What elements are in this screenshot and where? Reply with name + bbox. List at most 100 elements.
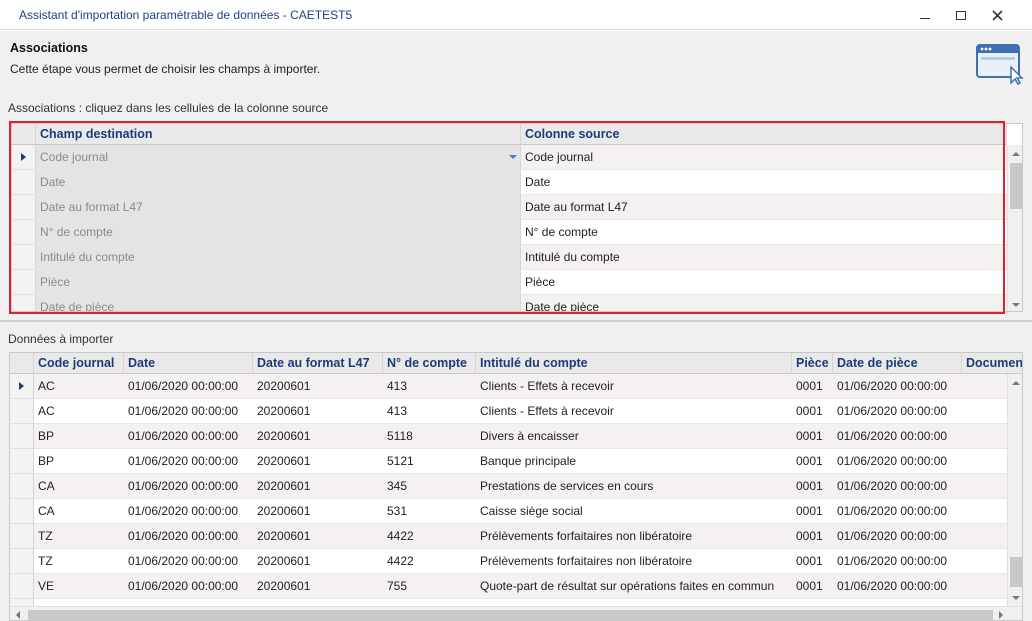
- row-indicator[interactable]: [12, 220, 36, 245]
- data-scroll-down-button[interactable]: [1008, 589, 1022, 606]
- source-cell[interactable]: Intitulé du compte: [521, 245, 1007, 270]
- scroll-left-button[interactable]: [10, 607, 26, 620]
- source-cell[interactable]: Date au format L47: [521, 195, 1007, 220]
- destination-cell: Code journal: [36, 145, 521, 170]
- close-button[interactable]: [982, 4, 1012, 26]
- scroll-up-button[interactable]: [1008, 145, 1022, 162]
- scroll-thumb[interactable]: [1010, 163, 1022, 209]
- data-row[interactable]: VE01/06/2020 00:00:0020200601755Quote-pa…: [10, 574, 1007, 599]
- arrow-left-icon: [16, 611, 20, 619]
- source-cell[interactable]: Date de pièce: [521, 295, 1007, 311]
- row-indicator[interactable]: [12, 195, 36, 220]
- cell-date-piece: 01/06/2020 00:00:00: [833, 499, 962, 524]
- data-row[interactable]: BP 01/06/2020 00:00:00 20200601 5118 Divers …: [10, 424, 1007, 449]
- row-indicator[interactable]: [12, 270, 36, 295]
- cell-numero-compte: 413: [383, 399, 476, 424]
- cell-date-piece: 01/06/2020 00:00:00: [833, 449, 962, 474]
- data-scroll-thumb[interactable]: [1010, 557, 1022, 587]
- association-row[interactable]: Intitulé du compte Intitulé du compte: [12, 245, 1007, 270]
- data-row[interactable]: BP 01/06/2020 00:00:00 20200601 5121 Banque …: [10, 449, 1007, 474]
- source-cell[interactable]: Code journal: [521, 145, 1007, 170]
- column-header-piece[interactable]: Pièce: [792, 353, 833, 374]
- dropdown-arrow-icon[interactable]: [509, 155, 517, 159]
- cell-date: 01/06/2020 00:00:00: [124, 474, 253, 499]
- column-header-date[interactable]: Date: [124, 353, 253, 374]
- scroll-right-button[interactable]: [993, 607, 1009, 620]
- destination-cell: Intitulé du compte: [36, 245, 521, 270]
- row-indicator[interactable]: [10, 399, 34, 424]
- data-horizontal-scrollbar[interactable]: [10, 606, 1022, 620]
- row-indicator[interactable]: [10, 574, 34, 599]
- column-header-date-l47[interactable]: Date au format L47: [253, 353, 383, 374]
- destination-cell: N° de compte: [36, 220, 521, 245]
- cell-date-l47: 20200601: [253, 499, 383, 524]
- row-indicator[interactable]: [10, 499, 34, 524]
- column-header-intitule-compte[interactable]: Intitulé du compte: [476, 353, 792, 374]
- source-cell[interactable]: N° de compte: [521, 220, 1007, 245]
- column-header-destination[interactable]: Champ destination: [36, 124, 521, 145]
- data-vertical-scrollbar[interactable]: [1007, 374, 1022, 606]
- maximize-button[interactable]: [946, 4, 976, 26]
- association-row[interactable]: Code journal Code journal: [12, 145, 1007, 170]
- association-row[interactable]: Date Date: [12, 170, 1007, 195]
- source-cell[interactable]: Date: [521, 170, 1007, 195]
- association-row[interactable]: Date au format L47 Date au format L47: [12, 195, 1007, 220]
- cell-piece: 0001: [792, 374, 833, 399]
- close-icon: [991, 9, 1003, 21]
- row-indicator[interactable]: [10, 424, 34, 449]
- cell-intitule-compte: Caisse siège social: [476, 499, 792, 524]
- row-indicator[interactable]: [10, 449, 34, 474]
- import-data-label: Données à importer: [8, 332, 114, 346]
- cell-intitule-compte: Prélèvements forfaitaires non libératoir…: [476, 549, 792, 574]
- destination-cell: Pièce: [36, 270, 521, 295]
- column-header-numero-compte[interactable]: N° de compte: [383, 353, 476, 374]
- associations-vertical-scrollbar[interactable]: [1007, 145, 1022, 311]
- step-title: Associations: [10, 41, 88, 55]
- data-row[interactable]: TZ 01/06/2020 00:00:00 20200601 4422 Prélève…: [10, 524, 1007, 549]
- row-indicator[interactable]: [10, 374, 34, 399]
- window-cursor-icon: [976, 44, 1024, 85]
- data-scroll-up-button[interactable]: [1008, 374, 1022, 391]
- row-indicator[interactable]: [10, 474, 34, 499]
- column-header-source[interactable]: Colonne source: [521, 124, 1007, 145]
- scroll-down-button[interactable]: [1008, 296, 1022, 311]
- cell-date-l47: 20200601: [253, 399, 383, 424]
- horizontal-scroll-thumb[interactable]: [28, 610, 993, 620]
- association-row[interactable]: N° de compte N° de compte: [12, 220, 1007, 245]
- association-row[interactable]: Date de pièce Date de pièce: [12, 295, 1007, 311]
- cell-date: 01/06/2020 00:00:00: [124, 449, 253, 474]
- data-row[interactable]: AC 01/06/2020 00:00:00 20200601 413 Clients …: [10, 399, 1007, 424]
- association-row[interactable]: Pièce Pièce: [12, 270, 1007, 295]
- source-cell[interactable]: Pièce: [521, 270, 1007, 295]
- row-indicator[interactable]: [12, 295, 36, 311]
- cell-intitule-compte: Prélèvements forfaitaires non libératoir…: [476, 524, 792, 549]
- destination-cell: Date au format L47: [36, 195, 521, 220]
- row-indicator[interactable]: [12, 245, 36, 270]
- row-indicator[interactable]: [10, 549, 34, 574]
- data-row[interactable]: CA 01/06/2020 00:00:00 20200601 531 Caisse s…: [10, 499, 1007, 524]
- row-indicator[interactable]: [12, 145, 36, 170]
- splitter[interactable]: [0, 320, 1032, 322]
- arrow-right-icon: [999, 611, 1003, 619]
- cell-piece: 0001: [792, 574, 833, 599]
- column-header-date-piece[interactable]: Date de pièce: [833, 353, 962, 374]
- cell-numero-compte: 4422: [383, 549, 476, 574]
- cell-intitule-compte: Clients - Effets à recevoir: [476, 399, 792, 424]
- cell-numero-compte: 5118: [383, 424, 476, 449]
- cell-piece: 0001: [792, 524, 833, 549]
- cell-date-piece: 01/06/2020 00:00:00: [833, 399, 962, 424]
- cell-date-piece: 01/06/2020 00:00:00: [833, 374, 962, 399]
- arrow-down-icon: [1012, 302, 1020, 307]
- column-header-code-journal[interactable]: Code journal: [34, 353, 124, 374]
- minimize-button[interactable]: [910, 4, 940, 26]
- data-row[interactable]: AC 01/06/2020 00:00:00 20200601 413 Clients …: [10, 374, 1007, 399]
- data-row[interactable]: CA 01/06/2020 00:00:00 20200601 345 Prestati…: [10, 474, 1007, 499]
- column-header-document[interactable]: Documen: [962, 353, 1022, 374]
- data-row[interactable]: TZ 01/06/2020 00:00:00 20200601 4422 Prélève…: [10, 549, 1007, 574]
- cell-code-journal: CA: [34, 499, 124, 524]
- row-indicator[interactable]: [12, 170, 36, 195]
- cell-document: [962, 449, 1007, 474]
- row-indicator[interactable]: [10, 524, 34, 549]
- cell-date-l47: 20200601: [253, 474, 383, 499]
- cell-code-journal: VE: [34, 574, 124, 599]
